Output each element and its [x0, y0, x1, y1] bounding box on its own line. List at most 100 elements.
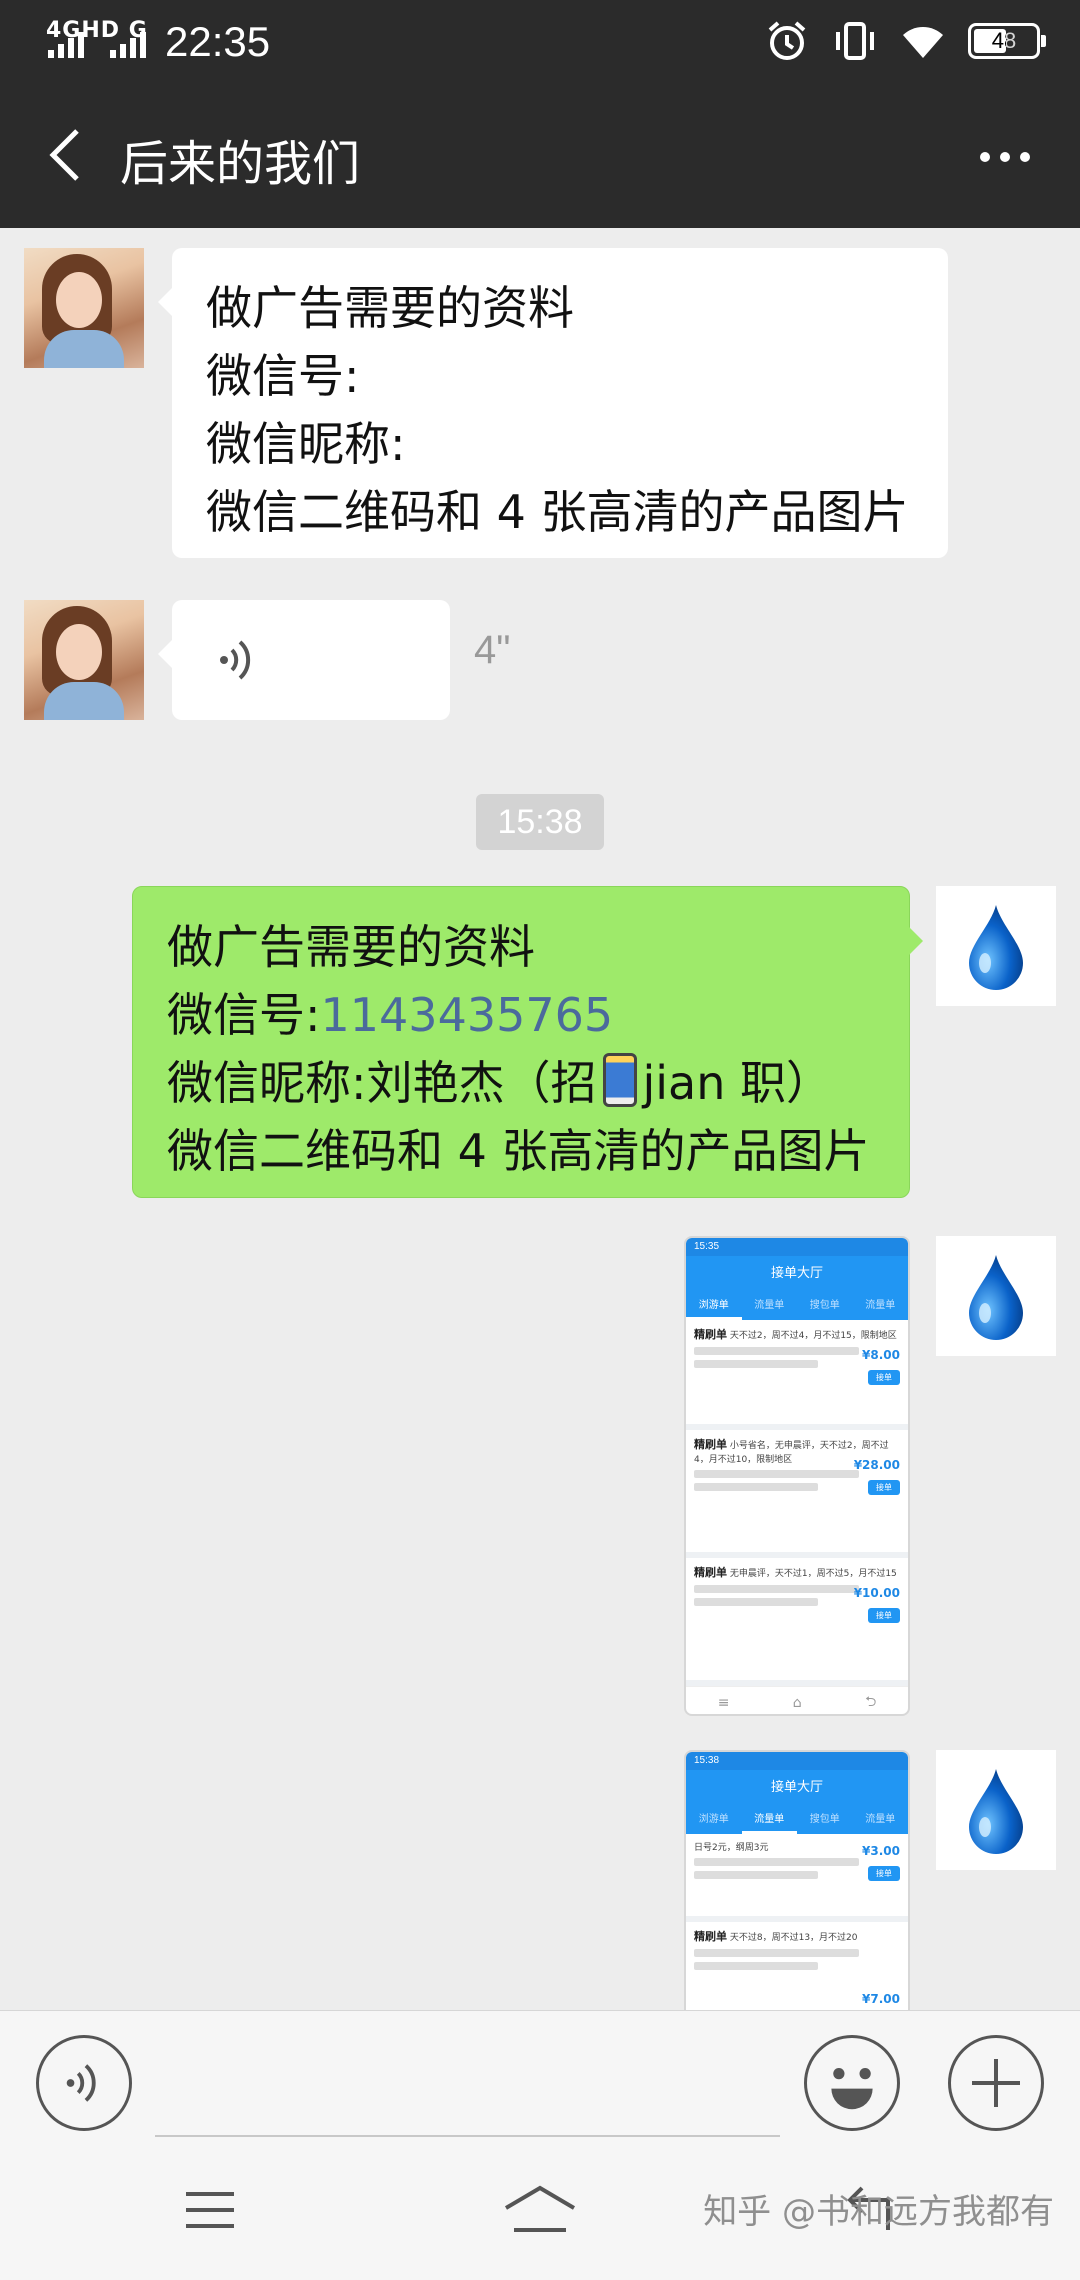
message-bubble-outgoing[interactable]: 做广告需要的资料 微信号:1143435765 微信昵称:刘艳杰（招 jian 职…	[132, 886, 923, 1198]
thumb-card: 精刷单 天不过2，周不过4，月不过15，限制地区 ¥8.00 接单	[686, 1320, 908, 1430]
mobile-phone-emoji-icon	[602, 1053, 637, 1107]
clock: 22:35	[165, 18, 271, 65]
watermark: 知乎 @书和远方我都有	[703, 2192, 1054, 2232]
input-bar	[0, 2010, 1080, 2140]
thumb-card: 精刷单 天不过8，周不过13，月不过20 ¥7.00 接单	[686, 1922, 908, 2010]
thumb-tab: 流量单	[741, 1806, 797, 1834]
thumb-card-button: 接单	[868, 1480, 900, 1495]
message-text: 微信号:	[167, 988, 321, 1042]
image-message[interactable]: 15:38 接单大厅 浏游单 流量单 搜包单 流量单 日号2元，纲周3元 ¥3.…	[684, 1750, 910, 2010]
system-navigation-bar: 知乎 @书和远方我都有	[0, 2140, 1080, 2280]
timestamp: 15:38	[476, 794, 604, 850]
chat-header: 后来的我们	[0, 82, 1080, 228]
message-text: 微信昵称:刘艳杰（招	[167, 1056, 597, 1110]
dot-icon	[980, 152, 990, 162]
vibrate-icon	[836, 22, 874, 60]
back-icon: ⮌	[865, 1693, 877, 1710]
thumb-card-desc: 无申晨评，天不过1，周不过5，月不过15	[729, 1569, 897, 1579]
thumb-card-label: 精刷单	[694, 1566, 727, 1579]
water-drop-icon	[969, 1769, 1023, 1854]
thumb-card: 日号2元，纲周3元 ¥3.00 接单	[686, 1834, 908, 1922]
more-options-button[interactable]	[960, 122, 1050, 192]
avatar-self[interactable]	[936, 1236, 1056, 1356]
thumb-tabs: 浏游单 流量单 搜包单 流量单	[686, 1806, 908, 1834]
wifi-icon	[903, 27, 943, 58]
message-text: jian 职）	[642, 1056, 833, 1110]
battery-level: 48	[991, 28, 1017, 53]
message-line: 微信昵称:刘艳杰（招 jian 职）	[167, 1049, 875, 1117]
voice-wave-icon	[220, 640, 251, 680]
message-line: 做广告需要的资料	[206, 281, 574, 335]
thumb-tab: 流量单	[865, 1300, 896, 1311]
thumb-card: 精刷单 小号省名，无申晨评，天不过2，周不过4，月不过10，限制地区 ¥28.0…	[686, 1430, 908, 1558]
message-line: 微信号:	[206, 349, 360, 403]
thumb-card-price: ¥7.00	[862, 1992, 900, 2006]
thumb-nav: ≡ ⌂ ⮌	[686, 1686, 908, 1714]
status-bar: 4GHD G 22:35 48	[0, 0, 1080, 82]
thumb-card-price: ¥10.00	[853, 1586, 900, 1600]
voice-duration: 4"	[474, 628, 511, 672]
chat-messages[interactable]: 做广告需要的资料 微信号: 微信昵称: 微信二维码和 4 张高清的产品图片 4"…	[0, 228, 1080, 2010]
signal-icon	[48, 24, 84, 58]
signal-icon-2	[110, 24, 146, 58]
thumb-card-button: 接单	[868, 1608, 900, 1623]
message-line: 微信昵称:	[206, 417, 406, 471]
thumb-card-label: 精刷单	[694, 1930, 727, 1943]
wechat-id-link[interactable]: 1143435765	[321, 988, 614, 1042]
thumb-tab: 流量单	[865, 1814, 896, 1825]
thumb-title: 接单大厅	[686, 1256, 908, 1292]
thumb-card-button: 接单	[868, 1866, 900, 1881]
message-line: 微信号:1143435765	[167, 981, 875, 1049]
thumb-tab: 搜包单	[809, 1300, 840, 1311]
thumb-tab: 流量单	[754, 1300, 785, 1311]
thumb-status-time: 15:35	[686, 1238, 908, 1256]
home-icon: ⌂	[792, 1694, 802, 1711]
thumb-status-time: 15:38	[686, 1752, 908, 1770]
thumb-tabs: 浏游单 流量单 搜包单 流量单	[686, 1292, 908, 1320]
thumb-card-label: 精刷单	[694, 1438, 727, 1451]
menu-button[interactable]	[160, 2170, 260, 2250]
water-drop-icon	[969, 1255, 1023, 1340]
battery-icon: 48	[968, 23, 1046, 59]
message-line: 做广告需要的资料	[167, 920, 535, 974]
thumb-tab: 浏游单	[698, 1814, 729, 1825]
thumb-card: 精刷单 无申晨评，天不过1，周不过5，月不过15 ¥10.00 接单	[686, 1558, 908, 1686]
voice-input-button[interactable]	[36, 2035, 132, 2131]
message-input[interactable]	[155, 2041, 780, 2137]
alarm-icon	[768, 21, 806, 60]
dot-icon	[1020, 152, 1030, 162]
back-button[interactable]	[30, 120, 100, 190]
voice-wave-icon	[66, 2064, 96, 2102]
menu-icon	[186, 2192, 234, 2228]
menu-icon: ≡	[717, 1694, 730, 1711]
water-drop-icon	[969, 905, 1023, 990]
message-line: 微信二维码和 4 张高清的产品图片	[206, 485, 909, 539]
message-bubble-incoming[interactable]: 做广告需要的资料 微信号: 微信昵称: 微信二维码和 4 张高清的产品图片	[158, 248, 948, 558]
thumb-card-desc: 天不过8，周不过13，月不过20	[729, 1933, 858, 1943]
avatar-self[interactable]	[936, 886, 1056, 1006]
smiley-icon	[831, 2068, 873, 2110]
thumb-title: 接单大厅	[686, 1770, 908, 1806]
thumb-card-price: ¥28.00	[853, 1458, 900, 1472]
voice-message[interactable]	[158, 600, 450, 720]
home-button[interactable]	[490, 2170, 590, 2250]
emoji-button[interactable]	[804, 2035, 900, 2131]
thumb-card-button: 接单	[868, 1370, 900, 1385]
chat-title: 后来的我们	[120, 136, 361, 192]
thumb-tab: 浏游单	[686, 1292, 742, 1320]
thumb-tab: 搜包单	[809, 1814, 840, 1825]
image-message[interactable]: 15:35 接单大厅 浏游单 流量单 搜包单 流量单 精刷单 天不过2，周不过4…	[684, 1236, 910, 1716]
avatar-self[interactable]	[936, 1750, 1056, 1870]
message-line: 微信二维码和 4 张高清的产品图片	[167, 1124, 870, 1178]
thumb-card-desc: 天不过2，周不过4，月不过15，限制地区	[729, 1331, 897, 1341]
thumb-card-label: 精刷单	[694, 1328, 727, 1341]
chevron-left-icon	[49, 129, 79, 181]
thumb-card-desc: 日号2元，纲周3元	[694, 1843, 769, 1853]
thumb-card-price: ¥3.00	[862, 1844, 900, 1858]
dot-icon	[1000, 152, 1010, 162]
more-functions-button[interactable]	[948, 2035, 1044, 2131]
avatar[interactable]	[24, 248, 144, 368]
plus-icon	[972, 2059, 1020, 2107]
thumb-card-price: ¥8.00	[862, 1348, 900, 1362]
avatar[interactable]	[24, 600, 144, 720]
